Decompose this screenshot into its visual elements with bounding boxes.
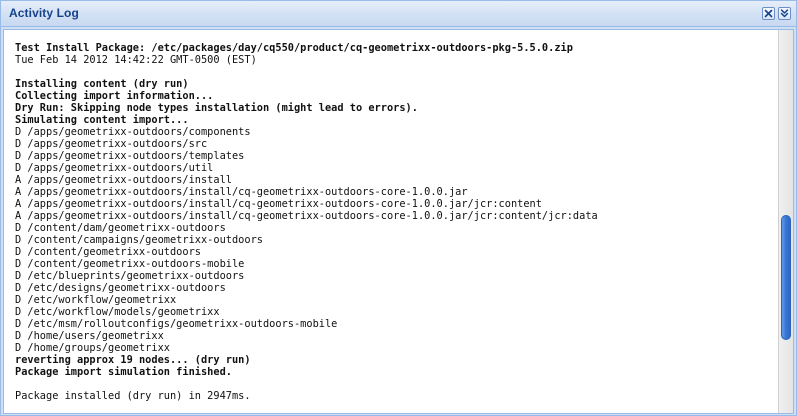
log-line: Package installed (dry run) in 2947ms. [15,390,251,402]
log-output: Test Install Package: /etc/packages/day/… [15,42,775,402]
log-line: D /apps/geometrixx-outdoors/components [15,126,251,138]
log-line: Simulating content import... [15,114,189,126]
log-line: Dry Run: Skipping node types installatio… [15,102,418,114]
activity-log-panel: Activity Log Test Install Package: /etc/… [0,0,797,416]
log-line: Package import simulation finished. [15,366,232,378]
log-line: D /content/dam/geometrixx-outdoors [15,222,226,234]
log-line: D /content/geometrixx-outdoors-mobile [15,258,245,270]
log-line: Installing content (dry run) [15,78,189,90]
log-line: D /etc/msm/rolloutconfigs/geometrixx-out… [15,318,338,330]
log-line: D /apps/geometrixx-outdoors/util [15,162,214,174]
log-line: A /apps/geometrixx-outdoors/install/cq-g… [15,198,542,210]
log-line: D /etc/workflow/models/geometrixx [15,306,220,318]
log-line: D /apps/geometrixx-outdoors/templates [15,150,245,162]
log-line: Tue Feb 14 2012 14:42:22 GMT-0500 (EST) [15,54,257,66]
log-line: D /etc/workflow/geometrixx [15,294,177,306]
log-blank-line [15,66,775,78]
close-icon [764,9,773,18]
close-button[interactable] [762,7,775,20]
log-line: D /etc/blueprints/geometrixx-outdoors [15,270,245,282]
double-chevron-down-icon [780,9,789,18]
log-line: D /home/users/geometrixx [15,330,164,342]
log-line: Test Install Package: /etc/packages/day/… [15,42,573,54]
log-line: A /apps/geometrixx-outdoors/install/cq-g… [15,210,598,222]
log-line: A /apps/geometrixx-outdoors/install [15,174,232,186]
log-line: reverting approx 19 nodes... (dry run) [15,354,251,366]
log-line: D /content/geometrixx-outdoors [15,246,201,258]
panel-title: Activity Log [9,6,79,20]
log-line: D /home/groups/geometrixx [15,342,170,354]
log-line: D /apps/geometrixx-outdoors/src [15,138,208,150]
scrollbar-thumb[interactable] [781,215,791,340]
collapse-button[interactable] [778,7,791,20]
log-line: A /apps/geometrixx-outdoors/install/cq-g… [15,186,468,198]
log-line: Collecting import information... [15,90,214,102]
panel-header: Activity Log [1,1,796,27]
log-line: D /etc/designs/geometrixx-outdoors [15,282,226,294]
log-blank-line [15,378,775,390]
log-line: D /content/campaigns/geometrixx-outdoors [15,234,263,246]
log-body: Test Install Package: /etc/packages/day/… [3,29,794,414]
vertical-scrollbar[interactable] [778,30,793,413]
